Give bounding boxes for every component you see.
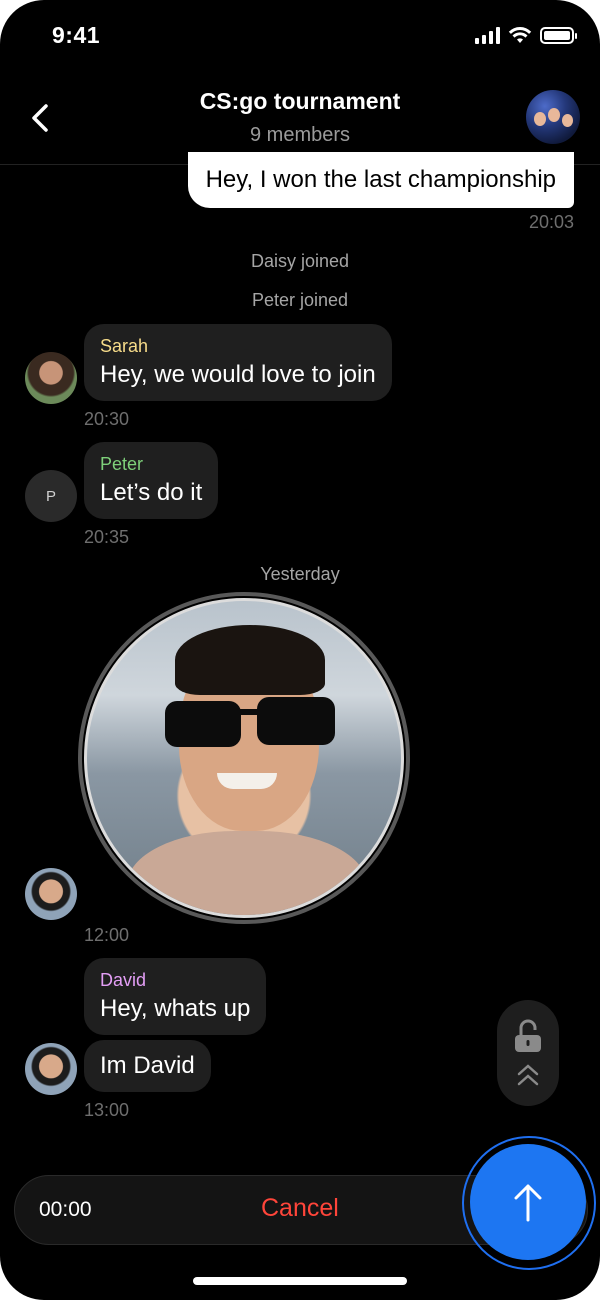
peter-message-bubble[interactable]: Peter Let’s do it xyxy=(84,442,219,519)
send-button[interactable] xyxy=(470,1144,586,1260)
message-text: Im David xyxy=(100,1052,195,1079)
message-time: 20:03 xyxy=(528,212,574,232)
cancel-button[interactable]: Cancel xyxy=(261,1194,339,1223)
message-time: 20:35 xyxy=(84,527,130,547)
outgoing-message-bubble[interactable]: Hey, I won the last championship xyxy=(187,152,574,208)
home-indicator xyxy=(193,1277,407,1285)
peter-avatar[interactable]: P xyxy=(25,470,77,522)
phone-screen: 9:41 CS:go tournament 9 members Hey, I w… xyxy=(0,0,600,1300)
sender-name: David xyxy=(100,970,147,990)
message-text: Hey, we would love to join xyxy=(100,361,376,388)
message-text: Hey, whats up xyxy=(100,995,251,1022)
sender-name: Sarah xyxy=(100,336,149,356)
lock-open-icon xyxy=(515,1019,541,1052)
chat-title: CS:go tournament xyxy=(199,88,401,114)
recording-lock[interactable] xyxy=(497,1000,559,1106)
status-time: 9:41 xyxy=(52,22,101,48)
arrow-up-icon xyxy=(514,1184,542,1222)
message-time: 12:00 xyxy=(84,925,130,945)
sender-name: Peter xyxy=(100,454,144,474)
david-avatar[interactable] xyxy=(25,1043,77,1095)
sarah-avatar[interactable] xyxy=(25,352,77,404)
group-avatar[interactable] xyxy=(526,90,580,144)
cellular-signal-icon xyxy=(475,26,500,44)
day-divider: Yesterday xyxy=(260,564,340,584)
message-text: Let’s do it xyxy=(100,479,203,506)
message-time: 20:30 xyxy=(84,409,130,429)
system-message: Peter joined xyxy=(251,290,349,310)
system-message: Daisy joined xyxy=(250,251,350,271)
david-message-bubble[interactable]: Im David xyxy=(84,1040,211,1092)
video-message[interactable] xyxy=(84,598,404,918)
message-time: 13:00 xyxy=(84,1100,130,1120)
recording-timer: 00:00 xyxy=(39,1198,92,1221)
wifi-icon xyxy=(508,27,532,43)
battery-icon xyxy=(540,26,577,44)
david-avatar[interactable] xyxy=(25,868,77,920)
status-icons xyxy=(475,26,577,44)
member-count: 9 members xyxy=(249,124,351,146)
sarah-message-bubble[interactable]: Sarah Hey, we would love to join xyxy=(84,324,392,401)
david-message-bubble[interactable]: David Hey, whats up xyxy=(84,958,267,1035)
double-chevron-up-icon xyxy=(517,1063,539,1085)
